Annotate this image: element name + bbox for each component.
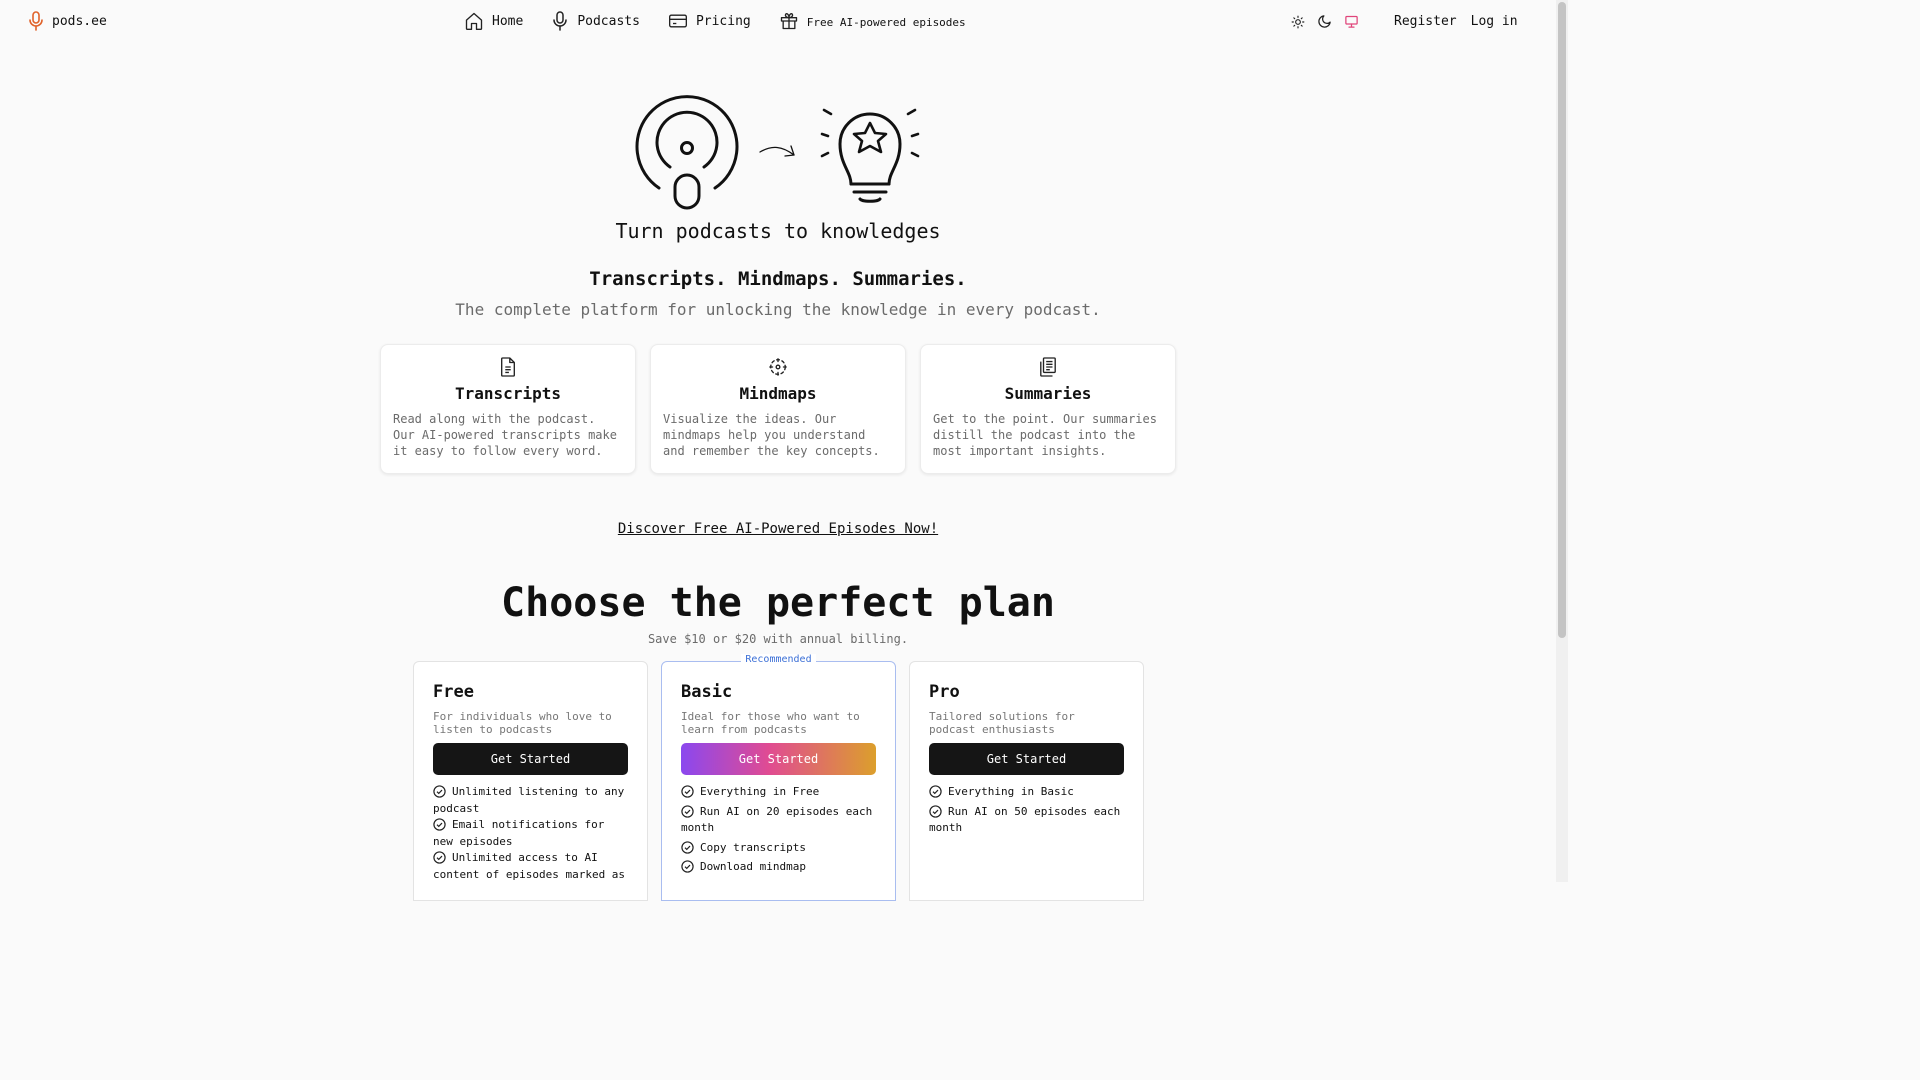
nav-free-episodes[interactable]: Free AI-powered episodes — [779, 12, 966, 31]
get-started-button[interactable]: Get Started — [681, 743, 876, 775]
plan-feature: Everything in Basic — [929, 784, 1124, 801]
plan-feature-list: Unlimited listening to any podcast Email… — [433, 784, 628, 883]
moon-icon[interactable] — [1317, 14, 1332, 29]
nav-pricing[interactable]: Pricing — [668, 12, 751, 30]
plan-feature: Unlimited listening to any podcast — [433, 784, 628, 817]
recommended-badge: Recommended — [662, 654, 895, 665]
plan-card-basic: Recommended Basic Ideal for those who wa… — [661, 654, 896, 901]
plan-description: For individuals who love to listen to po… — [433, 710, 612, 736]
feature-title: Summaries — [1004, 384, 1092, 403]
discover-section: Discover Free AI-Powered Episodes Now! — [0, 521, 1556, 537]
check-circle-icon — [681, 785, 694, 798]
theme-switcher — [1291, 14, 1359, 29]
mindmap-icon — [663, 357, 893, 377]
login-link[interactable]: Log in — [1471, 14, 1518, 29]
plan-feature-text: Unlimited listening to any podcast — [433, 785, 625, 815]
home-icon — [464, 11, 484, 31]
plan-feature: Run AI on 50 episodes each month — [929, 804, 1124, 837]
nav-home[interactable]: Home — [464, 11, 523, 31]
register-link[interactable]: Register — [1394, 14, 1457, 29]
plan-description: Tailored solutions for podcast enthusias… — [929, 710, 1075, 736]
plan-feature: Run AI on 20 episodes each month — [681, 804, 876, 837]
plan-feature-text: Everything in Basic — [948, 785, 1074, 798]
monitor-icon[interactable] — [1344, 14, 1359, 29]
plan-feature-text: Email notifications for new episodes — [433, 818, 605, 848]
nav-free-episodes-label: Free AI-powered episodes — [806, 16, 966, 29]
plan-feature-list: Everything in Free Run AI on 20 episodes… — [681, 784, 876, 876]
hero-subtitle: The complete platform for unlocking the … — [455, 300, 1101, 319]
pricing-title: Choose the perfect plan — [501, 580, 1055, 626]
discover-episodes-link[interactable]: Discover Free AI-Powered Episodes Now! — [618, 521, 938, 537]
plan-feature: Everything in Free — [681, 784, 876, 801]
top-navbar: pods.ee Home Podcasts Pricing Free AI-po… — [0, 0, 1556, 44]
plan-feature-text: Run AI on 20 episodes each month — [681, 804, 873, 835]
check-circle-icon — [681, 804, 694, 818]
brand-logo[interactable]: pods.ee — [28, 11, 107, 31]
plan-feature-text: Unlimited access to AI content of episod… — [433, 851, 626, 881]
nav-podcasts[interactable]: Podcasts — [551, 11, 640, 31]
credit-card-icon — [668, 12, 688, 30]
hero-title: Turn podcasts to knowledges — [615, 219, 941, 243]
plan-feature-text: Everything in Free — [700, 785, 820, 798]
lightbulb-icon — [820, 108, 920, 203]
plan-card-pro: Pro Tailored solutions for podcast enthu… — [909, 661, 1144, 901]
main-nav: Home Podcasts Pricing Free AI-powered ep… — [464, 11, 994, 31]
feature-description: Get to the point. Our summaries distill … — [933, 412, 1157, 458]
get-started-button[interactable]: Get Started — [929, 743, 1124, 775]
get-started-button[interactable]: Get Started — [433, 743, 628, 775]
plan-feature-text: Download mindmap — [700, 860, 806, 873]
feature-title: Transcripts — [455, 384, 561, 403]
scrollbar-thumb[interactable] — [1558, 2, 1566, 638]
pricing-subtitle: Save $10 or $20 with annual billing. — [647, 632, 909, 646]
plan-feature-list: Everything in Basic Run AI on 50 episode… — [929, 784, 1124, 837]
check-circle-icon — [433, 851, 446, 864]
plan-card-free: Free For individuals who love to listen … — [413, 661, 648, 901]
plan-feature: Copy transcripts — [681, 840, 876, 857]
podcast-icon — [635, 95, 739, 210]
feature-card-transcripts: Transcripts Read along with the podcast.… — [380, 344, 636, 474]
check-circle-icon — [681, 840, 694, 854]
arrow-icon — [759, 145, 795, 157]
microphone-icon — [551, 11, 569, 31]
nav-podcasts-label: Podcasts — [577, 13, 640, 29]
auth-links: Register Log in — [1394, 14, 1518, 29]
plan-feature: Download mindmap — [681, 859, 876, 876]
check-circle-icon — [433, 785, 446, 798]
microphone-icon — [28, 11, 44, 31]
gift-icon — [779, 11, 799, 31]
plan-name: Basic — [681, 682, 733, 702]
feature-description: Read along with the podcast. Our AI-powe… — [393, 412, 617, 458]
check-circle-icon — [433, 818, 446, 831]
feature-title: Mindmaps — [739, 384, 817, 403]
check-circle-icon — [929, 785, 942, 798]
hero-illustration — [630, 92, 930, 216]
feature-card-mindmaps: Mindmaps Visualize the ideas. Our mindma… — [650, 344, 906, 474]
brand-name: pods.ee — [52, 13, 107, 29]
document-icon — [393, 357, 623, 377]
hero-tagline: Transcripts. Mindmaps. Summaries. — [589, 268, 967, 290]
scrollbar[interactable] — [1556, 0, 1568, 882]
nav-pricing-label: Pricing — [695, 13, 751, 29]
feature-card-summaries: Summaries Get to the point. Our summarie… — [920, 344, 1176, 474]
recommended-label: Recommended — [741, 654, 816, 665]
plan-feature: Unlimited access to AI content of episod… — [433, 850, 628, 883]
feature-description: Visualize the ideas. Our mindmaps help y… — [663, 412, 880, 458]
check-circle-icon — [681, 860, 694, 873]
plan-name: Pro — [929, 682, 960, 702]
clipboard-icon — [933, 357, 1163, 377]
check-circle-icon — [929, 804, 942, 818]
nav-home-label: Home — [492, 13, 524, 29]
plan-name: Free — [433, 682, 474, 702]
plan-feature-text: Copy transcripts — [700, 840, 806, 854]
plan-description: Ideal for those who want to learn from p… — [681, 710, 860, 736]
plan-feature: Email notifications for new episodes — [433, 817, 628, 850]
plan-feature-text: Run AI on 50 episodes each month — [929, 804, 1121, 835]
sun-icon[interactable] — [1291, 15, 1305, 29]
